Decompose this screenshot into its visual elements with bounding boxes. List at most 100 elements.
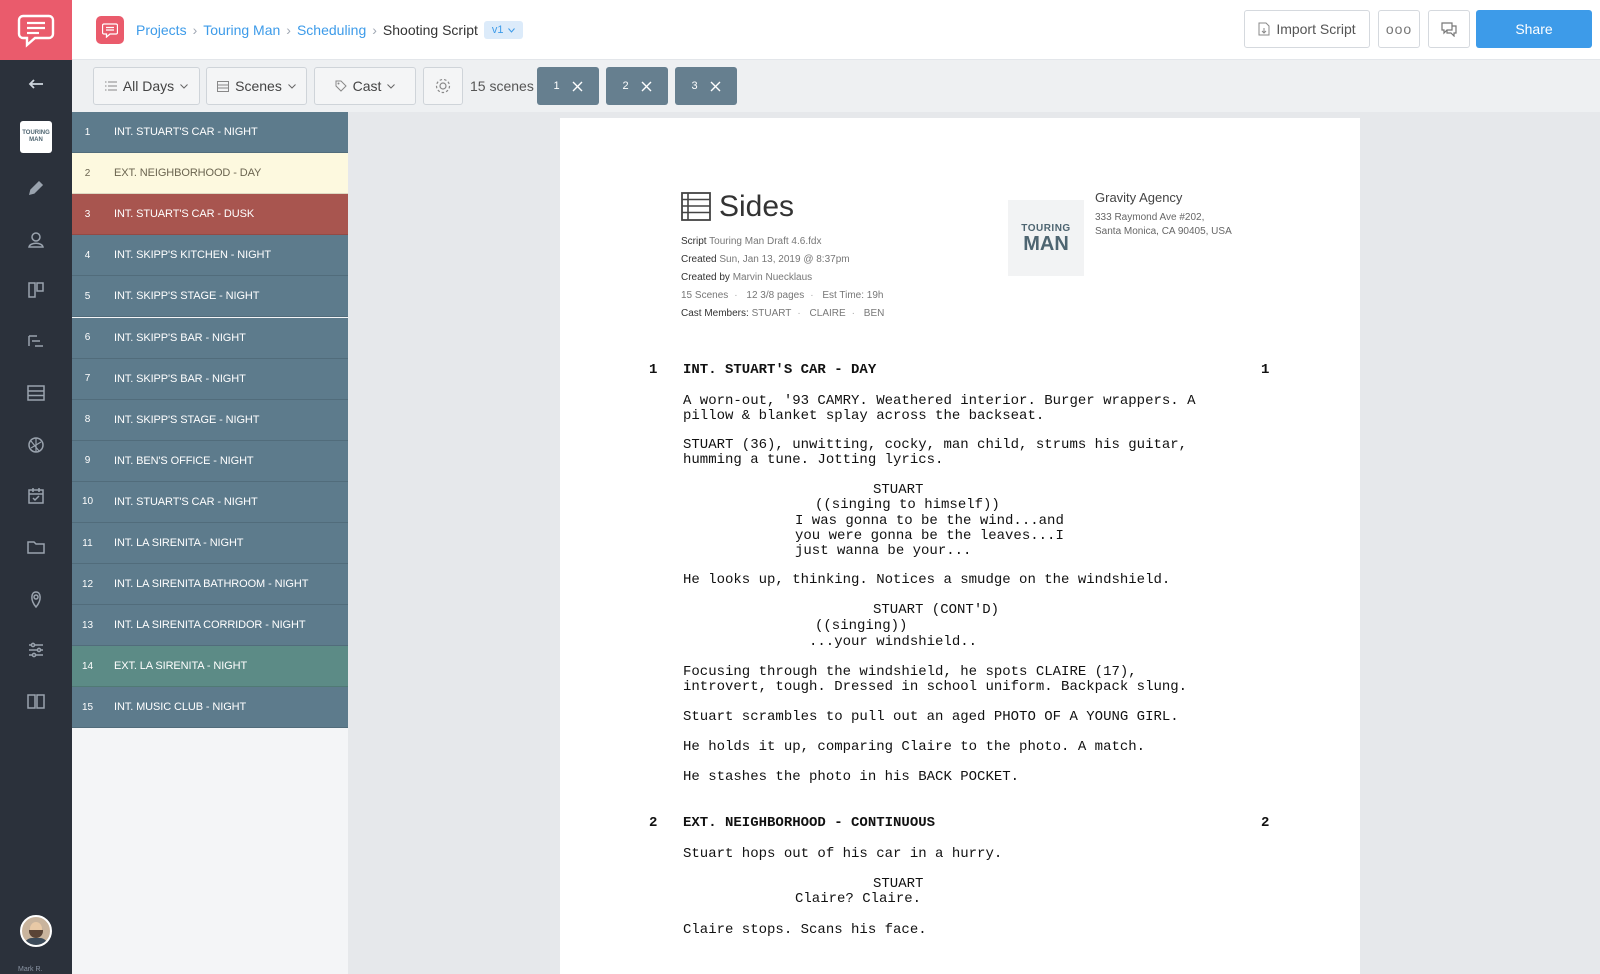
scene-row[interactable]: 2 EXT. NEIGHBORHOOD - DAY bbox=[72, 153, 348, 195]
scene-chip[interactable]: 2 bbox=[606, 67, 668, 105]
project-icon[interactable] bbox=[96, 16, 124, 44]
close-icon[interactable] bbox=[710, 81, 721, 92]
document-icon bbox=[1258, 22, 1270, 36]
scene-chip-label: 1 bbox=[553, 80, 560, 92]
scene-row[interactable]: 10 INT. STUART'S CAR - NIGHT bbox=[72, 481, 348, 523]
scene-number: 14 bbox=[81, 660, 94, 672]
scene-number: 4 bbox=[84, 249, 91, 261]
scene-row[interactable]: 9 INT. BEN'S OFFICE - NIGHT bbox=[72, 440, 348, 482]
all-days-dropdown[interactable]: All Days bbox=[93, 67, 200, 105]
agency-name: Gravity Agency bbox=[1095, 190, 1183, 205]
calendar-icon[interactable] bbox=[0, 476, 72, 516]
scene-row[interactable]: 13 INT. LA SIRENITA CORRIDOR - NIGHT bbox=[72, 605, 348, 647]
scene-name: EXT. NEIGHBORHOOD - DAY bbox=[114, 167, 262, 180]
scene-row[interactable]: 7 INT. SKIPP'S BAR - NIGHT bbox=[72, 358, 348, 400]
scene-name: EXT. LA SIRENITA - NIGHT bbox=[114, 660, 248, 673]
breadcrumb: Projects › Touring Man › Scheduling › Sh… bbox=[136, 20, 523, 40]
script-page: Sides Script Touring Man Draft 4.6.fdx C… bbox=[560, 118, 1360, 974]
created-by-value: Marvin Nuecklaus bbox=[732, 272, 813, 283]
scene-row[interactable]: 8 INT. SKIPP'S STAGE - NIGHT bbox=[72, 399, 348, 441]
close-icon[interactable] bbox=[572, 81, 583, 92]
book-icon[interactable] bbox=[0, 681, 72, 721]
scene-chip[interactable]: 3 bbox=[675, 67, 737, 105]
created-by-meta: Created by Marvin Nuecklaus bbox=[681, 272, 812, 283]
scene-number: 12 bbox=[81, 578, 94, 590]
breadcrumb-touring-man[interactable]: Touring Man bbox=[203, 22, 280, 38]
app-logo[interactable] bbox=[0, 0, 72, 60]
share-button[interactable]: Share bbox=[1476, 10, 1592, 48]
est-time-stat: Est Time: 19h bbox=[822, 290, 884, 301]
action-line: STUART (36), unwitting, cocky, man child… bbox=[683, 437, 1188, 468]
scenes-label: Scenes bbox=[235, 78, 282, 94]
import-script-button[interactable]: Import Script bbox=[1244, 10, 1370, 48]
scene-name: INT. BEN'S OFFICE - NIGHT bbox=[114, 454, 254, 467]
page-title: Shooting Script bbox=[382, 22, 478, 38]
thumbnail-text-top: TOURING bbox=[22, 130, 50, 136]
breadcrumb-projects[interactable]: Projects bbox=[136, 22, 187, 38]
scene-chip[interactable]: 1 bbox=[537, 67, 599, 105]
more-options-label: ooo bbox=[1385, 21, 1413, 37]
schedule-icon[interactable] bbox=[0, 322, 72, 362]
character-name: STUART bbox=[873, 482, 924, 498]
agency-address-line2: Santa Monica, CA 90405, USA bbox=[1095, 226, 1232, 237]
scene-row[interactable]: 5 INT. SKIPP'S STAGE - NIGHT bbox=[72, 276, 348, 318]
settings-sliders-icon[interactable] bbox=[0, 630, 72, 670]
comments-button[interactable] bbox=[1428, 10, 1470, 48]
agency-address-line1: 333 Raymond Ave #202, bbox=[1095, 212, 1205, 223]
version-dropdown[interactable]: v1 bbox=[483, 21, 523, 39]
parenthetical: ((singing to himself)) bbox=[815, 497, 1000, 513]
scene-row[interactable]: 12 INT. LA SIRENITA BATHROOM - NIGHT bbox=[72, 564, 348, 606]
more-options-button[interactable]: ooo bbox=[1378, 10, 1420, 48]
scenes-stat: 15 Scenes bbox=[681, 290, 729, 301]
shot-icon[interactable] bbox=[0, 425, 72, 465]
breadcrumb-scheduling[interactable]: Scheduling bbox=[297, 22, 366, 38]
character-name: STUART bbox=[873, 876, 924, 892]
parenthetical: ((singing)) bbox=[815, 618, 908, 634]
chevron-right-icon: › bbox=[192, 22, 198, 38]
stripboard-icon[interactable] bbox=[0, 373, 72, 413]
stripboard-icon bbox=[217, 80, 230, 92]
scene-name: INT. STUART'S CAR - DUSK bbox=[114, 208, 255, 221]
close-icon[interactable] bbox=[641, 81, 652, 92]
scene-number-right: 1 bbox=[1261, 362, 1270, 378]
pencil-icon[interactable] bbox=[0, 168, 72, 208]
scene-number: 2 bbox=[84, 167, 91, 179]
board-icon[interactable] bbox=[0, 270, 72, 310]
scenes-dropdown[interactable]: Scenes bbox=[206, 67, 307, 105]
scene-name: INT. LA SIRENITA BATHROOM - NIGHT bbox=[114, 578, 309, 591]
scene-row[interactable]: 3 INT. STUART'S CAR - DUSK bbox=[72, 194, 348, 236]
scene-row[interactable]: 4 INT. SKIPP'S KITCHEN - NIGHT bbox=[72, 235, 348, 277]
project-logo: TOURING MAN bbox=[1008, 200, 1084, 276]
scene-heading: EXT. NEIGHBORHOOD - CONTINUOUS bbox=[683, 815, 936, 831]
scene-row[interactable]: 6 INT. SKIPP'S BAR - NIGHT bbox=[72, 317, 348, 359]
scene-row[interactable]: 14 EXT. LA SIRENITA - NIGHT bbox=[72, 646, 348, 688]
scene-number-left: 1 bbox=[649, 362, 658, 378]
scene-number: 6 bbox=[84, 332, 91, 343]
folder-icon[interactable] bbox=[0, 527, 72, 567]
scene-row[interactable]: 11 INT. LA SIRENITA - NIGHT bbox=[72, 523, 348, 564]
toolbar: All Days Scenes Cast 15 scenes 1 2 3 bbox=[72, 60, 1600, 112]
avatar[interactable] bbox=[20, 915, 52, 947]
list-icon bbox=[104, 81, 117, 91]
settings-button[interactable] bbox=[423, 67, 463, 105]
chevron-right-icon: › bbox=[286, 22, 291, 38]
scene-name: INT. SKIPP'S BAR - NIGHT bbox=[114, 372, 246, 385]
scene-number-left: 2 bbox=[649, 815, 658, 831]
scene-name: INT. MUSIC CLUB - NIGHT bbox=[114, 701, 247, 714]
location-icon[interactable] bbox=[0, 579, 72, 619]
cast-label: Cast Members: bbox=[681, 308, 749, 319]
script-value: Touring Man Draft 4.6.fdx bbox=[709, 236, 822, 247]
back-arrow-icon[interactable] bbox=[0, 64, 72, 104]
scene-number: 3 bbox=[84, 208, 91, 220]
scene-row[interactable]: 15 INT. MUSIC CLUB - NIGHT bbox=[72, 687, 348, 729]
cast-icon[interactable] bbox=[0, 220, 72, 260]
project-thumbnail[interactable]: TOURING MAN bbox=[0, 117, 72, 157]
cast-member: BEN bbox=[863, 308, 885, 319]
action-line: He stashes the photo in his BACK POCKET. bbox=[683, 769, 1020, 785]
scene-number: 9 bbox=[84, 455, 91, 467]
scene-count: 15 scenes bbox=[470, 78, 534, 94]
cast-dropdown[interactable]: Cast bbox=[314, 67, 416, 105]
scene-row[interactable]: 1 INT. STUART'S CAR - NIGHT bbox=[72, 112, 348, 153]
chevron-right-icon: › bbox=[372, 22, 377, 38]
chat-logo-icon bbox=[17, 14, 55, 48]
